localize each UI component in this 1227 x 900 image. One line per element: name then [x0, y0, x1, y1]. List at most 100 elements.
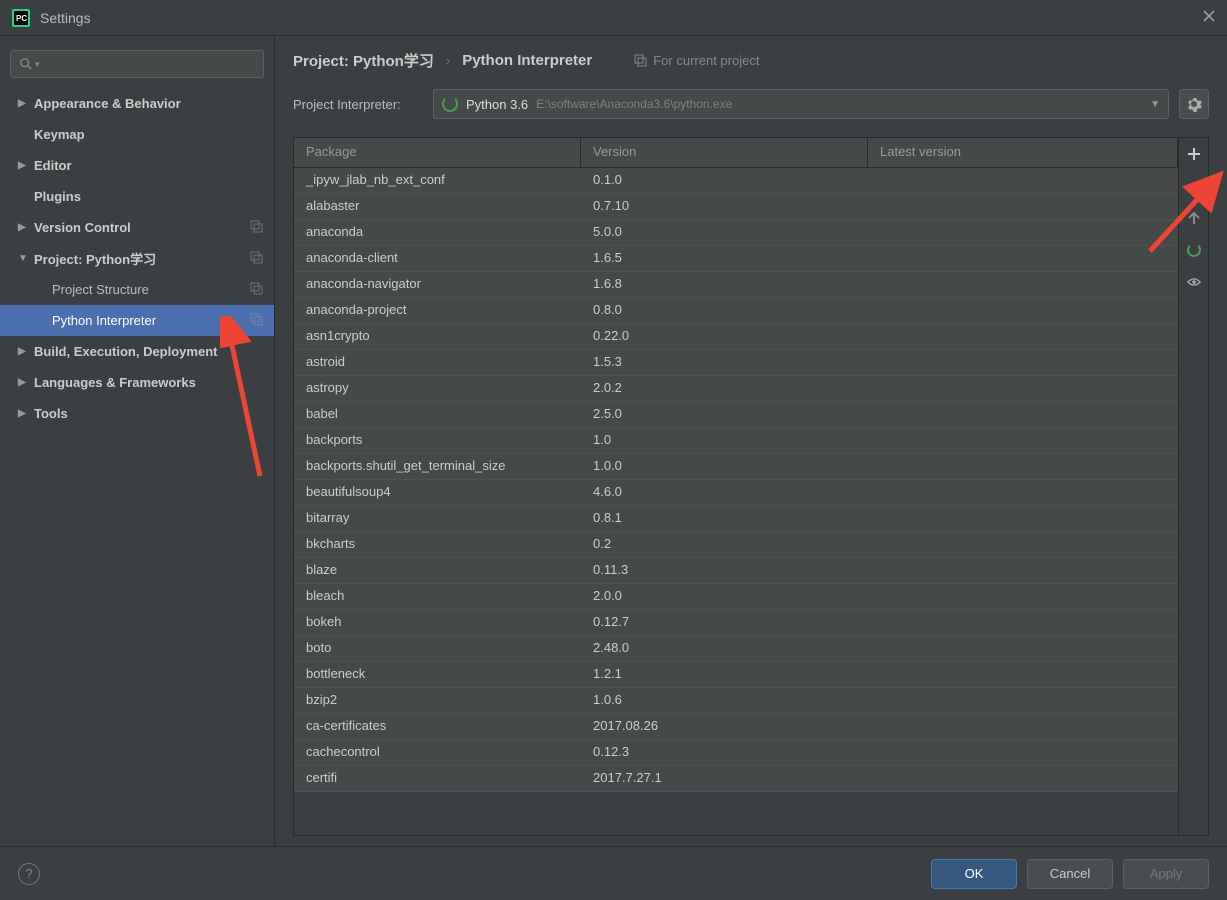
cell-package: anaconda	[294, 220, 581, 245]
table-row[interactable]: babel2.5.0	[294, 402, 1178, 428]
cell-version: 1.0	[581, 428, 868, 453]
cell-version: 0.22.0	[581, 324, 868, 349]
cell-latest	[868, 194, 1178, 219]
breadcrumb-parent[interactable]: Project: Python学习	[293, 50, 434, 71]
table-row[interactable]: alabaster0.7.10	[294, 194, 1178, 220]
table-row[interactable]: ca-certificates2017.08.26	[294, 714, 1178, 740]
chevron-down-icon: ▾	[35, 59, 40, 70]
cell-version: 0.8.0	[581, 298, 868, 323]
cell-version: 0.11.3	[581, 558, 868, 583]
col-package[interactable]: Package	[294, 138, 581, 167]
table-row[interactable]: beautifulsoup44.6.0	[294, 480, 1178, 506]
cell-latest	[868, 532, 1178, 557]
remove-package-button[interactable]	[1179, 170, 1208, 202]
table-row[interactable]: cachecontrol0.12.3	[294, 740, 1178, 766]
sidebar-item-editor[interactable]: ▶Editor	[0, 150, 274, 181]
cell-version: 0.12.3	[581, 740, 868, 765]
table-row[interactable]: backports1.0	[294, 428, 1178, 454]
ok-button[interactable]: OK	[931, 859, 1017, 889]
expand-arrow-icon: ▶	[18, 98, 28, 109]
copy-icon	[250, 313, 264, 329]
show-early-releases-button[interactable]	[1179, 266, 1208, 298]
window-title: Settings	[40, 10, 91, 26]
cell-latest	[868, 584, 1178, 609]
sidebar-item-languages-frameworks[interactable]: ▶Languages & Frameworks	[0, 367, 274, 398]
expand-arrow-icon: ▼	[18, 253, 28, 264]
conda-ring-button[interactable]	[1179, 234, 1208, 266]
table-row[interactable]: astropy2.0.2	[294, 376, 1178, 402]
sidebar-item-appearance-behavior[interactable]: ▶Appearance & Behavior	[0, 88, 274, 119]
table-row[interactable]: anaconda-project0.8.0	[294, 298, 1178, 324]
packages-rows[interactable]: _ipyw_jlab_nb_ext_conf0.1.0alabaster0.7.…	[294, 168, 1178, 835]
packages-table: Package Version Latest version _ipyw_jla…	[294, 138, 1178, 835]
upgrade-package-button[interactable]	[1179, 202, 1208, 234]
sidebar-item-build-execution-deployment[interactable]: ▶Build, Execution, Deployment	[0, 336, 274, 367]
expand-arrow-icon: ▶	[18, 346, 28, 357]
cell-package: beautifulsoup4	[294, 480, 581, 505]
sidebar-item-python-interpreter[interactable]: Python Interpreter	[0, 305, 274, 336]
sidebar-item-label: Keymap	[34, 127, 85, 142]
ring-icon	[1187, 243, 1201, 257]
table-row[interactable]: _ipyw_jlab_nb_ext_conf0.1.0	[294, 168, 1178, 194]
cell-latest	[868, 714, 1178, 739]
cell-latest	[868, 246, 1178, 271]
table-row[interactable]: astroid1.5.3	[294, 350, 1178, 376]
table-row[interactable]: boto2.48.0	[294, 636, 1178, 662]
table-row[interactable]: asn1crypto0.22.0	[294, 324, 1178, 350]
col-latest[interactable]: Latest version	[868, 138, 1178, 167]
sidebar-item-tools[interactable]: ▶Tools	[0, 398, 274, 429]
scope-indicator: For current project	[634, 53, 759, 68]
cell-package: blaze	[294, 558, 581, 583]
cell-package: anaconda-navigator	[294, 272, 581, 297]
sidebar-item-keymap[interactable]: Keymap	[0, 119, 274, 150]
cell-latest	[868, 662, 1178, 687]
settings-nav: ▶Appearance & Behavior Keymap ▶Editor Plugi…	[0, 88, 274, 846]
interpreter-row: Project Interpreter: Python 3.6 E:\softw…	[293, 89, 1209, 119]
sidebar-item-label: Project: Python学习	[34, 249, 156, 268]
interpreter-name: Python 3.6	[466, 97, 528, 112]
table-row[interactable]: anaconda-client1.6.5	[294, 246, 1178, 272]
help-button[interactable]: ?	[18, 863, 40, 885]
table-row[interactable]: bitarray0.8.1	[294, 506, 1178, 532]
chevron-down-icon: ▼	[1150, 99, 1160, 110]
sidebar-item-project-structure[interactable]: Project Structure	[0, 274, 274, 305]
gear-icon	[1186, 96, 1202, 112]
copy-icon	[250, 251, 264, 267]
cell-package: _ipyw_jlab_nb_ext_conf	[294, 168, 581, 193]
table-row[interactable]: anaconda-navigator1.6.8	[294, 272, 1178, 298]
sidebar-item-plugins[interactable]: Plugins	[0, 181, 274, 212]
cell-version: 0.1.0	[581, 168, 868, 193]
cancel-button[interactable]: Cancel	[1027, 859, 1113, 889]
cell-latest	[868, 558, 1178, 583]
search-input[interactable]: ▾	[10, 50, 264, 78]
cell-latest	[868, 168, 1178, 193]
close-icon[interactable]	[1203, 9, 1215, 26]
table-row[interactable]: bokeh0.12.7	[294, 610, 1178, 636]
col-version[interactable]: Version	[581, 138, 868, 167]
table-row[interactable]: bleach2.0.0	[294, 584, 1178, 610]
cell-version: 0.7.10	[581, 194, 868, 219]
table-row[interactable]: bkcharts0.2	[294, 532, 1178, 558]
copy-icon	[250, 282, 264, 298]
cell-latest	[868, 376, 1178, 401]
table-row[interactable]: blaze0.11.3	[294, 558, 1178, 584]
sidebar-item-version-control[interactable]: ▶Version Control	[0, 212, 274, 243]
cell-latest	[868, 480, 1178, 505]
table-row[interactable]: bzip21.0.6	[294, 688, 1178, 714]
apply-button[interactable]: Apply	[1123, 859, 1209, 889]
table-row[interactable]: bottleneck1.2.1	[294, 662, 1178, 688]
table-row[interactable]: certifi2017.7.27.1	[294, 766, 1178, 792]
interpreter-settings-button[interactable]	[1179, 89, 1209, 119]
table-row[interactable]: backports.shutil_get_terminal_size1.0.0	[294, 454, 1178, 480]
sidebar-item-label: Plugins	[34, 189, 81, 204]
add-package-button[interactable]	[1179, 138, 1208, 170]
copy-icon	[250, 220, 264, 236]
sidebar-item-project-python-[interactable]: ▼ Project: Python学习	[0, 243, 274, 274]
expand-arrow-icon: ▶	[18, 377, 28, 388]
interpreter-select[interactable]: Python 3.6 E:\software\Anaconda3.6\pytho…	[433, 89, 1169, 119]
cell-package: bleach	[294, 584, 581, 609]
cell-latest	[868, 298, 1178, 323]
copy-icon	[634, 54, 647, 67]
table-row[interactable]: anaconda5.0.0	[294, 220, 1178, 246]
packages-header-row: Package Version Latest version	[294, 138, 1178, 168]
